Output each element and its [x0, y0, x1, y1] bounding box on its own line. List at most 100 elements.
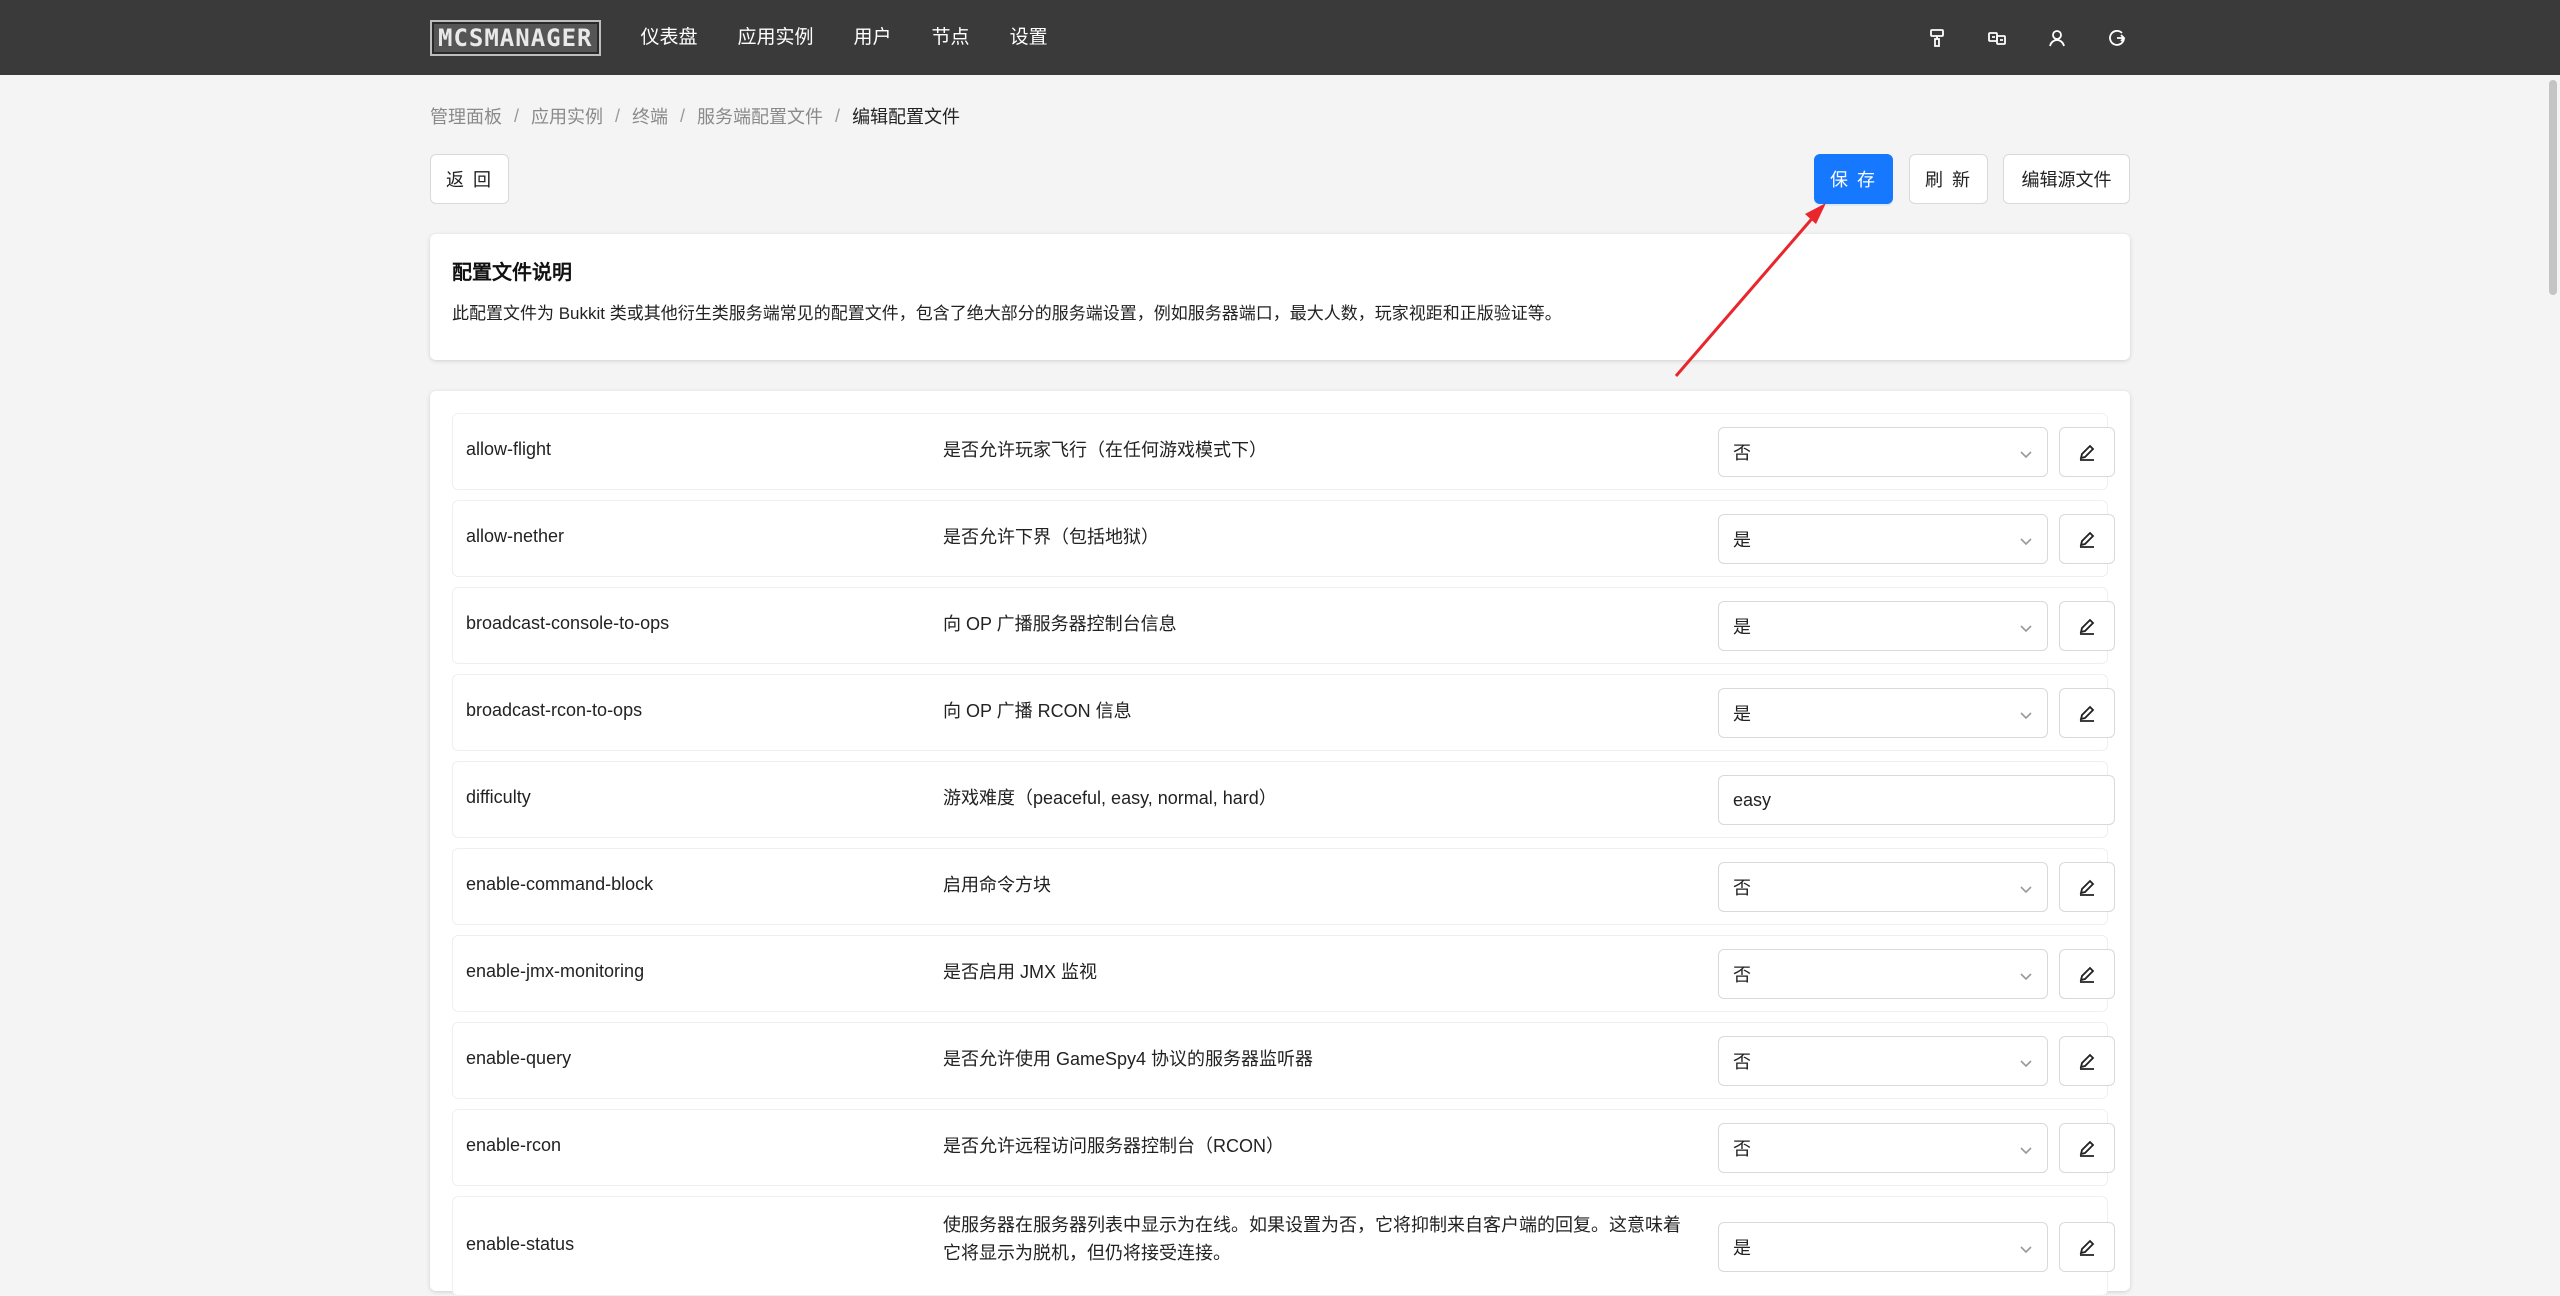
- logout-icon[interactable]: [2104, 25, 2130, 51]
- config-description-card: 配置文件说明 此配置文件为 Bukkit 类或其他衍生类服务端常见的配置文件，包…: [430, 234, 2130, 360]
- config-row-enable-query: enable-query 是否允许使用 GameSpy4 协议的服务器监听器 否: [452, 1022, 2115, 1099]
- breadcrumb-separator: /: [680, 105, 686, 126]
- config-value-select[interactable]: 是: [1718, 514, 2048, 564]
- edit-value-button[interactable]: [2059, 862, 2115, 912]
- config-list-card: allow-flight 是否允许玩家飞行（在任何游戏模式下） 否 allow-…: [430, 391, 2130, 1296]
- config-description-title: 配置文件说明: [452, 262, 572, 284]
- config-row-enable-jmx-monitoring: enable-jmx-monitoring 是否启用 JMX 监视 否: [452, 935, 2115, 1012]
- config-key: enable-jmx-monitoring: [466, 961, 645, 981]
- select-value: 否: [1733, 965, 1751, 985]
- breadcrumb-admin-panel[interactable]: 管理面板: [430, 103, 502, 129]
- difficulty-input[interactable]: [1718, 775, 2115, 825]
- breadcrumb-separator: /: [615, 105, 621, 126]
- edit-pencil-icon: [2079, 705, 2095, 722]
- select-value: 是: [1733, 617, 1751, 637]
- topbar-inner: MCSMANAGER 仪表盘 应用实例 用户 节点 设置: [430, 0, 2130, 75]
- top-navigation-bar: MCSMANAGER 仪表盘 应用实例 用户 节点 设置: [0, 0, 2560, 75]
- breadcrumb-current: 编辑配置文件: [852, 107, 961, 127]
- edit-pencil-icon: [2079, 1239, 2095, 1256]
- refresh-button[interactable]: 刷 新: [1909, 154, 1988, 204]
- chevron-down-icon: [2019, 967, 2033, 981]
- user-icon[interactable]: [2044, 25, 2070, 51]
- back-button[interactable]: 返 回: [430, 154, 509, 204]
- config-value-select[interactable]: 是: [1718, 601, 2048, 651]
- chevron-down-icon: [2019, 1240, 2033, 1254]
- breadcrumb-terminal[interactable]: 终端: [632, 103, 668, 129]
- config-key: enable-command-block: [466, 874, 654, 894]
- chevron-down-icon: [2019, 706, 2033, 720]
- edit-pencil-icon: [2079, 1140, 2095, 1157]
- main-nav: 仪表盘 应用实例 用户 节点 设置: [637, 0, 1068, 75]
- config-key: allow-flight: [466, 439, 552, 459]
- edit-pencil-icon: [2079, 1053, 2095, 1070]
- edit-value-button[interactable]: [2059, 688, 2115, 738]
- config-desc: 是否允许玩家飞行（在任何游戏模式下）: [943, 440, 1267, 460]
- theme-brush-icon[interactable]: [1924, 25, 1950, 51]
- breadcrumb-separator: /: [835, 105, 841, 126]
- nav-settings[interactable]: 设置: [990, 0, 1068, 75]
- config-row-enable-rcon: enable-rcon 是否允许远程访问服务器控制台（RCON） 否: [452, 1109, 2115, 1186]
- mcsmanager-logo[interactable]: MCSMANAGER: [430, 19, 601, 56]
- nav-instances[interactable]: 应用实例: [718, 0, 834, 75]
- config-desc: 游戏难度（peaceful, easy, normal, hard）: [943, 788, 1277, 808]
- select-value: 是: [1733, 530, 1751, 550]
- config-value-select[interactable]: 否: [1718, 1123, 2048, 1173]
- edit-value-button[interactable]: [2059, 1123, 2115, 1173]
- chevron-down-icon: [2019, 619, 2033, 633]
- config-desc: 启用命令方块: [943, 875, 1051, 895]
- chevron-down-icon: [2019, 445, 2033, 459]
- scrollbar-thumb[interactable]: [2549, 80, 2557, 295]
- config-value-select[interactable]: 否: [1718, 1036, 2048, 1086]
- config-row-enable-command-block: enable-command-block 启用命令方块 否: [452, 848, 2115, 925]
- breadcrumb-separator: /: [514, 105, 520, 126]
- edit-pencil-icon: [2079, 966, 2095, 983]
- breadcrumb-instances[interactable]: 应用实例: [531, 103, 603, 129]
- config-desc: 是否允许下界（包括地狱）: [943, 527, 1159, 547]
- topbar-icons: [1924, 25, 2130, 51]
- select-value: 否: [1733, 878, 1751, 898]
- config-desc: 是否允许使用 GameSpy4 协议的服务器监听器: [943, 1049, 1314, 1069]
- edit-value-button[interactable]: [2059, 949, 2115, 999]
- select-value: 否: [1733, 443, 1751, 463]
- config-desc: 是否允许远程访问服务器控制台（RCON）: [943, 1136, 1284, 1156]
- edit-pencil-icon: [2079, 531, 2095, 548]
- chevron-down-icon: [2019, 1141, 2033, 1155]
- edit-value-button[interactable]: [2059, 601, 2115, 651]
- config-value-select[interactable]: 否: [1718, 949, 2048, 999]
- config-value-select[interactable]: 否: [1718, 862, 2048, 912]
- select-value: 否: [1733, 1052, 1751, 1072]
- config-row-broadcast-rcon-to-ops: broadcast-rcon-to-ops 向 OP 广播 RCON 信息 是: [452, 674, 2115, 751]
- language-icon[interactable]: [1984, 25, 2010, 51]
- config-key: broadcast-rcon-to-ops: [466, 700, 643, 720]
- config-row-allow-flight: allow-flight 是否允许玩家飞行（在任何游戏模式下） 否: [452, 413, 2115, 490]
- chevron-down-icon: [2019, 1054, 2033, 1068]
- config-key: enable-status: [466, 1234, 575, 1254]
- edit-value-button[interactable]: [2059, 1222, 2115, 1272]
- config-row-enable-status: enable-status 使服务器在服务器列表中显示为在线。如果设置为否，它将…: [452, 1196, 2115, 1296]
- edit-value-button[interactable]: [2059, 427, 2115, 477]
- config-value-select[interactable]: 是: [1718, 688, 2048, 738]
- nav-users[interactable]: 用户: [834, 0, 912, 75]
- config-key: enable-query: [466, 1048, 572, 1068]
- config-value-select[interactable]: 是: [1718, 1222, 2048, 1272]
- select-value: 否: [1733, 1139, 1751, 1159]
- nav-nodes[interactable]: 节点: [912, 0, 990, 75]
- breadcrumb-server-config-files[interactable]: 服务端配置文件: [697, 103, 823, 129]
- breadcrumb: 管理面板 / 应用实例 / 终端 / 服务端配置文件 / 编辑配置文件: [430, 103, 960, 129]
- edit-value-button[interactable]: [2059, 1036, 2115, 1086]
- nav-dashboard[interactable]: 仪表盘: [637, 0, 718, 75]
- config-key: broadcast-console-to-ops: [466, 613, 670, 633]
- config-value-select[interactable]: 否: [1718, 427, 2048, 477]
- chevron-down-icon: [2019, 532, 2033, 546]
- select-value: 是: [1733, 1238, 1751, 1258]
- edit-source-file-button[interactable]: 编辑源文件: [2003, 154, 2130, 204]
- config-key: enable-rcon: [466, 1135, 562, 1155]
- save-button[interactable]: 保 存: [1814, 154, 1893, 204]
- edit-pencil-icon: [2079, 444, 2095, 461]
- select-value: 是: [1733, 704, 1751, 724]
- chevron-down-icon: [2019, 880, 2033, 894]
- edit-value-button[interactable]: [2059, 514, 2115, 564]
- edit-pencil-icon: [2079, 618, 2095, 635]
- config-row-broadcast-console-to-ops: broadcast-console-to-ops 向 OP 广播服务器控制台信息…: [452, 587, 2115, 664]
- config-key: difficulty: [466, 787, 531, 807]
